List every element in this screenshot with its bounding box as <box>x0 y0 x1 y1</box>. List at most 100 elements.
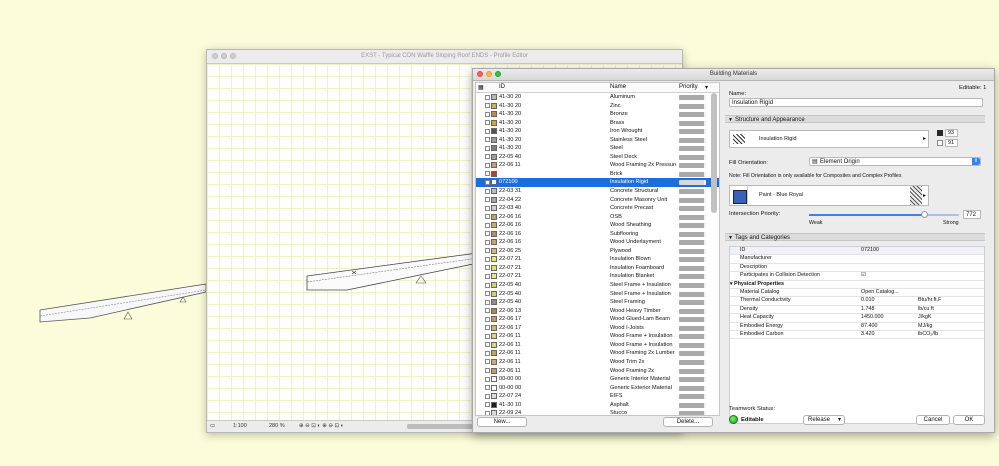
material-name-input[interactable]: Insulation Rigid <box>729 98 983 107</box>
visibility-checkbox[interactable] <box>485 291 490 297</box>
list-item[interactable]: 22-07 21 Insulation Foamboard <box>476 264 719 273</box>
list-item[interactable]: 41-30 20 Steel <box>476 144 719 153</box>
tag-row[interactable]: Thermal Conductivity 0.010 Btu/hr.ft.F <box>730 297 984 306</box>
list-item[interactable]: 22-06 16 OSB <box>476 213 719 222</box>
list-item[interactable]: Brick <box>476 170 719 179</box>
list-item[interactable]: 22-06 11 Wood Framing 2x Lumber <box>476 349 719 358</box>
bg-pen-swatch-icon[interactable] <box>937 140 943 146</box>
grid-icon[interactable]: ▦ <box>478 84 484 91</box>
tag-row[interactable]: Embodied Energy 87.400 MJ/kg <box>730 323 984 331</box>
dialog-titlebar[interactable]: Building Materials <box>473 69 994 81</box>
list-item[interactable]: 41-30 20 Zinc <box>476 102 719 111</box>
ok-button[interactable]: OK <box>953 415 985 425</box>
list-item[interactable]: 22-03 40 Concrete Precast <box>476 204 719 213</box>
list-item[interactable]: 22-06 17 Wood I-Joists <box>476 324 719 333</box>
column-header-id[interactable]: ID <box>499 84 505 90</box>
visibility-checkbox[interactable] <box>485 385 490 391</box>
visibility-checkbox[interactable] <box>485 256 490 262</box>
print-icon[interactable]: ▭ <box>210 423 215 429</box>
visibility-checkbox[interactable] <box>485 350 490 356</box>
visibility-checkbox[interactable] <box>485 197 490 203</box>
list-item[interactable]: 22-05 40 Steel Frame + Insulation <box>476 281 719 290</box>
list-item[interactable]: 41-30 20 Stainless Steel <box>476 136 719 145</box>
tag-row[interactable]: Embodied Carbon 3.420 lbCO₂/lb <box>730 331 984 340</box>
surface-selector[interactable]: Paint - Blue Royal ▸ <box>729 185 929 206</box>
intersection-priority-input[interactable]: 772 <box>963 210 981 219</box>
list-item[interactable]: 22-06 11 Wood Framing 2x <box>476 367 719 376</box>
scale-readout[interactable]: 1:100 <box>233 423 247 429</box>
cut-fill-selector[interactable]: Insulation Rigid ▸ <box>729 130 929 148</box>
list-item[interactable]: 22-07 21 Insulation Blanket <box>476 272 719 281</box>
priority-slider-handle[interactable] <box>921 211 928 218</box>
tags-table[interactable]: ID 072100 Manufacturer Description Participa… <box>729 246 985 424</box>
visibility-checkbox[interactable] <box>485 282 490 288</box>
list-scrollbar[interactable] <box>711 93 717 213</box>
list-item[interactable]: 22-06 11 Wood Frame + Insulation <box>476 332 719 341</box>
sort-arrow-icon[interactable]: ▾ <box>705 84 708 91</box>
visibility-checkbox[interactable] <box>485 179 490 185</box>
list-item[interactable]: 41-30 20 Aluminum <box>476 93 719 102</box>
visibility-checkbox[interactable] <box>485 94 490 100</box>
cancel-button[interactable]: Cancel <box>916 415 950 425</box>
structure-section-header[interactable]: ▼ Structure and Appearance <box>725 115 985 123</box>
visibility-checkbox[interactable] <box>485 231 490 237</box>
visibility-checkbox[interactable] <box>485 342 490 348</box>
visibility-checkbox[interactable] <box>485 316 490 322</box>
tag-group-row[interactable]: ▾ Physical Properties <box>730 281 984 289</box>
list-item[interactable]: 22-06 16 Wood Sheathing <box>476 221 719 230</box>
tag-row[interactable]: ID 072100 <box>730 247 984 256</box>
new-button[interactable]: New... <box>477 417 527 427</box>
tags-section-header[interactable]: ▼ Tags and Categories <box>725 233 985 241</box>
list-item[interactable]: 22-06 16 Subflooring <box>476 230 719 239</box>
list-item[interactable]: 22-06 11 Wood Trim 2x <box>476 358 719 367</box>
horizontal-scrollbar[interactable] <box>407 424 479 429</box>
release-dropdown[interactable]: Release ▾ <box>803 415 845 425</box>
visibility-checkbox[interactable] <box>485 222 490 228</box>
visibility-checkbox[interactable] <box>485 265 490 271</box>
profile-editor-titlebar[interactable]: EXST - Typical CON Waffle Sloping Roof E… <box>207 50 682 64</box>
visibility-checkbox[interactable] <box>485 171 490 177</box>
visibility-checkbox[interactable] <box>485 239 490 245</box>
zoom-tools-icons[interactable]: ⊕ ⊖ ⊡ ◐ ⊕ ⊖ ⊡ ◐ <box>299 423 344 429</box>
materials-list[interactable]: ▦ ID Name Priority ▾ 41-30 20 Aluminum 41-… <box>475 82 720 416</box>
visibility-checkbox[interactable] <box>485 205 490 211</box>
list-item[interactable]: 00-00 00 Generic Interior Material <box>476 375 719 384</box>
fg-pen-input[interactable]: 93 <box>945 129 958 137</box>
visibility-checkbox[interactable] <box>485 162 490 168</box>
list-item[interactable]: 22-05 40 Steel Framing <box>476 298 719 307</box>
priority-slider-track[interactable] <box>809 211 959 218</box>
visibility-checkbox[interactable] <box>485 368 490 373</box>
list-item[interactable]: 22-06 25 Plywood <box>476 247 719 256</box>
list-item[interactable]: 00-00 00 Generic Exterior Material <box>476 384 719 393</box>
visibility-checkbox[interactable] <box>485 273 490 279</box>
list-item[interactable]: 41-30 20 Iron Wrought <box>476 127 719 136</box>
visibility-checkbox[interactable] <box>485 154 490 160</box>
list-item[interactable]: 22-05 40 Steel Deck <box>476 153 719 162</box>
visibility-checkbox[interactable] <box>485 325 490 331</box>
list-item[interactable]: 22-06 11 Wood Frame + Insulation <box>476 341 719 350</box>
visibility-checkbox[interactable] <box>485 410 490 415</box>
list-item[interactable]: 22-06 11 Wood Framing 2x Pressure <box>476 161 719 170</box>
visibility-checkbox[interactable] <box>485 137 490 143</box>
zoom-readout[interactable]: 280 % <box>269 423 285 429</box>
visibility-checkbox[interactable] <box>485 128 490 134</box>
collapse-triangle-icon[interactable]: ▾ <box>730 281 733 288</box>
visibility-checkbox[interactable] <box>485 308 490 314</box>
list-item[interactable]: 22-06 17 Wood Glued-Lam Beam <box>476 315 719 324</box>
visibility-checkbox[interactable] <box>485 188 490 194</box>
bg-pen-input[interactable]: 91 <box>945 139 958 147</box>
visibility-checkbox[interactable] <box>485 248 490 254</box>
column-header-priority[interactable]: Priority <box>679 84 698 90</box>
fg-pen-swatch-icon[interactable] <box>937 130 943 136</box>
tag-row[interactable]: Density 1.748 lb/cu ft <box>730 306 984 315</box>
delete-button[interactable]: Delete... <box>663 417 713 427</box>
list-item[interactable]: 41-30 20 Brass <box>476 119 719 128</box>
visibility-checkbox[interactable] <box>485 214 490 220</box>
list-item[interactable]: 22-09 24 Stucco <box>476 409 719 415</box>
collapse-triangle-icon[interactable]: ▼ <box>728 116 733 124</box>
visibility-checkbox[interactable] <box>485 103 490 109</box>
list-item[interactable]: 22-07 21 Insulation Blown <box>476 255 719 264</box>
visibility-checkbox[interactable] <box>485 393 490 399</box>
visibility-checkbox[interactable] <box>485 359 490 365</box>
visibility-checkbox[interactable] <box>485 145 490 151</box>
